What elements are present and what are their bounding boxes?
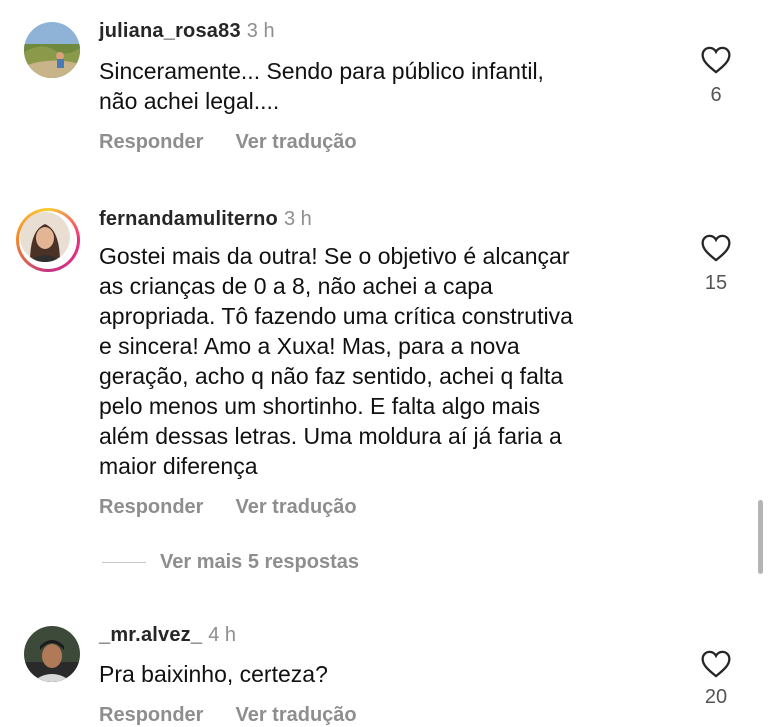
comment-text: Pra baixinho, certeza? (99, 661, 328, 687)
comment-username[interactable]: _mr.alvez_ (99, 624, 202, 646)
comment-item: _mr.alvez_ 4 h Pra baixinho, certeza? Res… (0, 0, 768, 726)
reply-button[interactable]: Responder (99, 704, 203, 726)
comment-time: 4 h (208, 624, 237, 646)
see-translation-button[interactable]: Ver tradução (235, 704, 356, 726)
like-count: 20 (704, 686, 728, 708)
avatar[interactable] (24, 626, 80, 682)
heart-outline-icon[interactable] (700, 650, 732, 678)
scrollbar[interactable] (758, 500, 763, 574)
